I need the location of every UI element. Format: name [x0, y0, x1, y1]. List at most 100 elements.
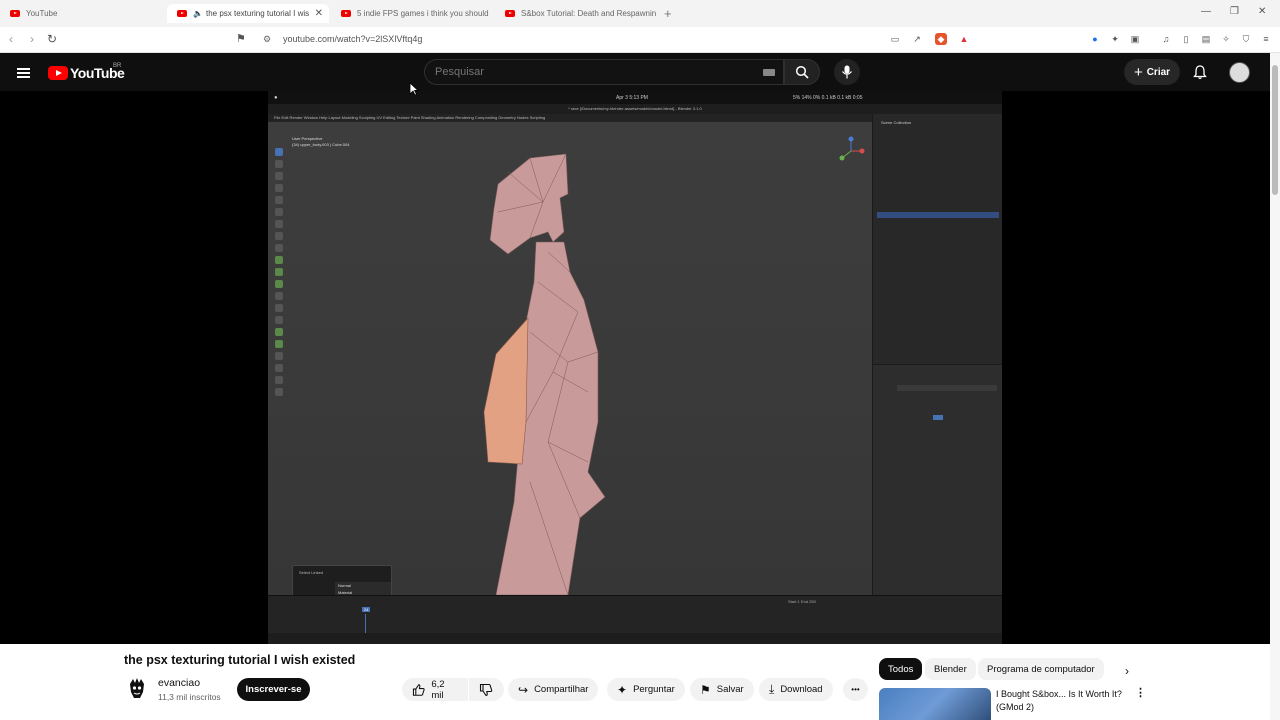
mouse-cursor-icon: [409, 82, 419, 96]
thumbs-down-icon: [479, 683, 493, 696]
mirror-axis-x-toggle: [933, 415, 943, 420]
youtube-favicon-icon: [505, 10, 515, 17]
tab-search-icon[interactable]: ▣: [1129, 33, 1141, 45]
more-actions-button[interactable]: •••: [843, 678, 868, 701]
close-tab-icon[interactable]: ✕: [315, 8, 323, 19]
playhead: [365, 614, 366, 634]
tab-label: the psx texturing tutorial I wis: [205, 9, 310, 18]
blender-3d-viewport: User Perspective (34) upper_body.003 | C…: [268, 122, 872, 623]
restore-window-icon[interactable]: ❐: [1230, 6, 1239, 17]
wallet-icon[interactable]: ▤: [1200, 33, 1212, 45]
extension-blue-icon[interactable]: ●: [1089, 33, 1101, 45]
music-icon[interactable]: ♫: [1160, 33, 1172, 45]
ask-label: Perguntar: [633, 684, 675, 695]
tab-label: S&box Tutorial: Death and Respawnin: [521, 9, 657, 18]
share-button[interactable]: ↪ Compartilhar: [508, 678, 599, 701]
search-input[interactable]: [435, 66, 735, 78]
bookmark-icon[interactable]: ⚑: [236, 32, 246, 45]
chip-programa-de-computador[interactable]: Programa de computador: [978, 658, 1104, 680]
youtube-favicon-icon: [177, 10, 187, 17]
new-tab-button[interactable]: +: [664, 6, 672, 21]
channel-avatar[interactable]: [124, 676, 150, 702]
browser-tab-sbox-tutorial[interactable]: S&box Tutorial: Death and Respawnin: [495, 4, 657, 23]
share-page-icon[interactable]: ↗: [911, 33, 923, 45]
cast-icon[interactable]: ▭: [889, 33, 901, 45]
notifications-bell-icon[interactable]: [1193, 65, 1207, 80]
save-button[interactable]: ⚑ Salvar: [690, 678, 754, 701]
speaker-icon: 🔈: [193, 9, 203, 18]
search-button[interactable]: [784, 59, 820, 85]
create-button[interactable]: + Criar: [1124, 59, 1180, 85]
current-frame: 24: [362, 607, 371, 612]
voice-search-button[interactable]: [834, 59, 860, 85]
save-label: Salvar: [716, 684, 744, 695]
site-info-icon[interactable]: ⚙: [263, 34, 271, 45]
outliner-title: Scene Collection: [881, 120, 912, 125]
channel-name[interactable]: evanciao: [158, 677, 200, 689]
low-poly-character-mesh: [483, 153, 606, 595]
share-icon: ↪: [518, 682, 529, 697]
like-count: 6,2 mil: [431, 678, 445, 701]
browser-tab-strip: YouTube 🔈 the psx texturing tutorial I w…: [0, 0, 1280, 27]
save-bookmark-icon: ⚑: [700, 682, 711, 697]
recommendation-title[interactable]: I Bought S&box... Is It Worth It? (GMod …: [996, 688, 1128, 713]
like-button[interactable]: 6,2 mil: [402, 678, 468, 701]
blender-statusbar: [268, 633, 1002, 644]
popup-item: Normal: [335, 582, 391, 589]
video-player[interactable]: ● Apr 3 5:13 PM 5% 14% 0% 0.1 kB 0.1 kB …: [0, 82, 1280, 644]
share-label: Compartilhar: [534, 684, 589, 695]
apple-icon: ●: [274, 94, 278, 101]
plus-icon: +: [1133, 63, 1143, 81]
properties-header: [897, 385, 997, 391]
browser-menu-icon[interactable]: ≡: [1260, 33, 1272, 45]
youtube-favicon-icon: [341, 10, 351, 17]
recommendation-menu-icon[interactable]: ⋮: [1135, 686, 1146, 699]
more-icon: •••: [851, 685, 860, 694]
forward-icon[interactable]: ›: [30, 32, 34, 46]
sidebar-toggle-icon[interactable]: ▯: [1180, 33, 1192, 45]
search-box[interactable]: [424, 59, 784, 85]
chip-blender[interactable]: Blender: [925, 658, 976, 680]
youtube-favicon-icon: [10, 10, 20, 17]
tab-label: 5 indie FPS games i think you should: [357, 9, 489, 18]
keyboard-icon[interactable]: [763, 69, 775, 76]
dislike-button[interactable]: [469, 678, 504, 701]
url-field[interactable]: youtube.com/watch?v=2lSXlVftq4g: [283, 34, 422, 44]
page-scrollbar[interactable]: [1270, 53, 1280, 720]
reload-icon[interactable]: ↻: [47, 32, 57, 46]
recommendation-thumbnail[interactable]: [879, 688, 991, 720]
download-button[interactable]: ⤓ Download: [759, 678, 833, 701]
download-label: Download: [780, 684, 823, 695]
chevron-right-icon[interactable]: ›: [1125, 664, 1129, 678]
leo-ai-icon[interactable]: ✧: [1220, 33, 1232, 45]
brave-rewards-icon[interactable]: ▲: [958, 33, 970, 45]
download-icon: ⤓: [769, 682, 775, 696]
scrollbar-thumb[interactable]: [1272, 65, 1278, 195]
close-window-icon[interactable]: ✕: [1258, 6, 1266, 17]
chip-todos[interactable]: Todos: [879, 658, 923, 680]
popup-title: Select Linked: [299, 570, 324, 575]
video-frame-blender-screen[interactable]: ● Apr 3 5:13 PM 5% 14% 0% 0.1 kB 0.1 kB …: [268, 91, 1002, 644]
back-icon[interactable]: ‹: [9, 32, 13, 46]
blender-timeline: Start 1 End 250 24: [268, 595, 1002, 634]
browser-tab-youtube[interactable]: YouTube: [0, 4, 165, 23]
extensions-icon[interactable]: ✦: [1109, 33, 1121, 45]
brave-shield-icon[interactable]: ◆: [935, 33, 947, 45]
account-avatar[interactable]: [1229, 62, 1250, 83]
minimize-window-icon[interactable]: —: [1201, 6, 1211, 17]
timeline-range: Start 1 End 250: [788, 599, 816, 604]
browser-tab-indie-fps[interactable]: 5 indie FPS games i think you should: [331, 4, 493, 23]
blender-properties-panel: [872, 364, 1002, 595]
sparkle-icon: ✦: [617, 682, 628, 697]
vpn-icon[interactable]: ⛉: [1240, 33, 1252, 45]
ask-button[interactable]: ✦ Perguntar: [607, 678, 685, 701]
blender-window-title: * race [/Documents/my-blender-assets/mod…: [268, 104, 1002, 114]
blender-outliner: Scene Collection: [872, 114, 1002, 364]
subscriber-count: 11,3 mil inscritos: [158, 692, 221, 702]
subscribe-button[interactable]: Inscrever-se: [237, 678, 310, 701]
os-menubar: ● Apr 3 5:13 PM 5% 14% 0% 0.1 kB 0.1 kB …: [268, 91, 1002, 104]
video-title: the psx texturing tutorial I wish existe…: [124, 653, 356, 667]
youtube-logo-icon[interactable]: [48, 66, 68, 80]
hamburger-menu-icon[interactable]: [17, 68, 30, 78]
browser-tab-current-video[interactable]: 🔈 the psx texturing tutorial I wis ✕: [167, 4, 329, 23]
